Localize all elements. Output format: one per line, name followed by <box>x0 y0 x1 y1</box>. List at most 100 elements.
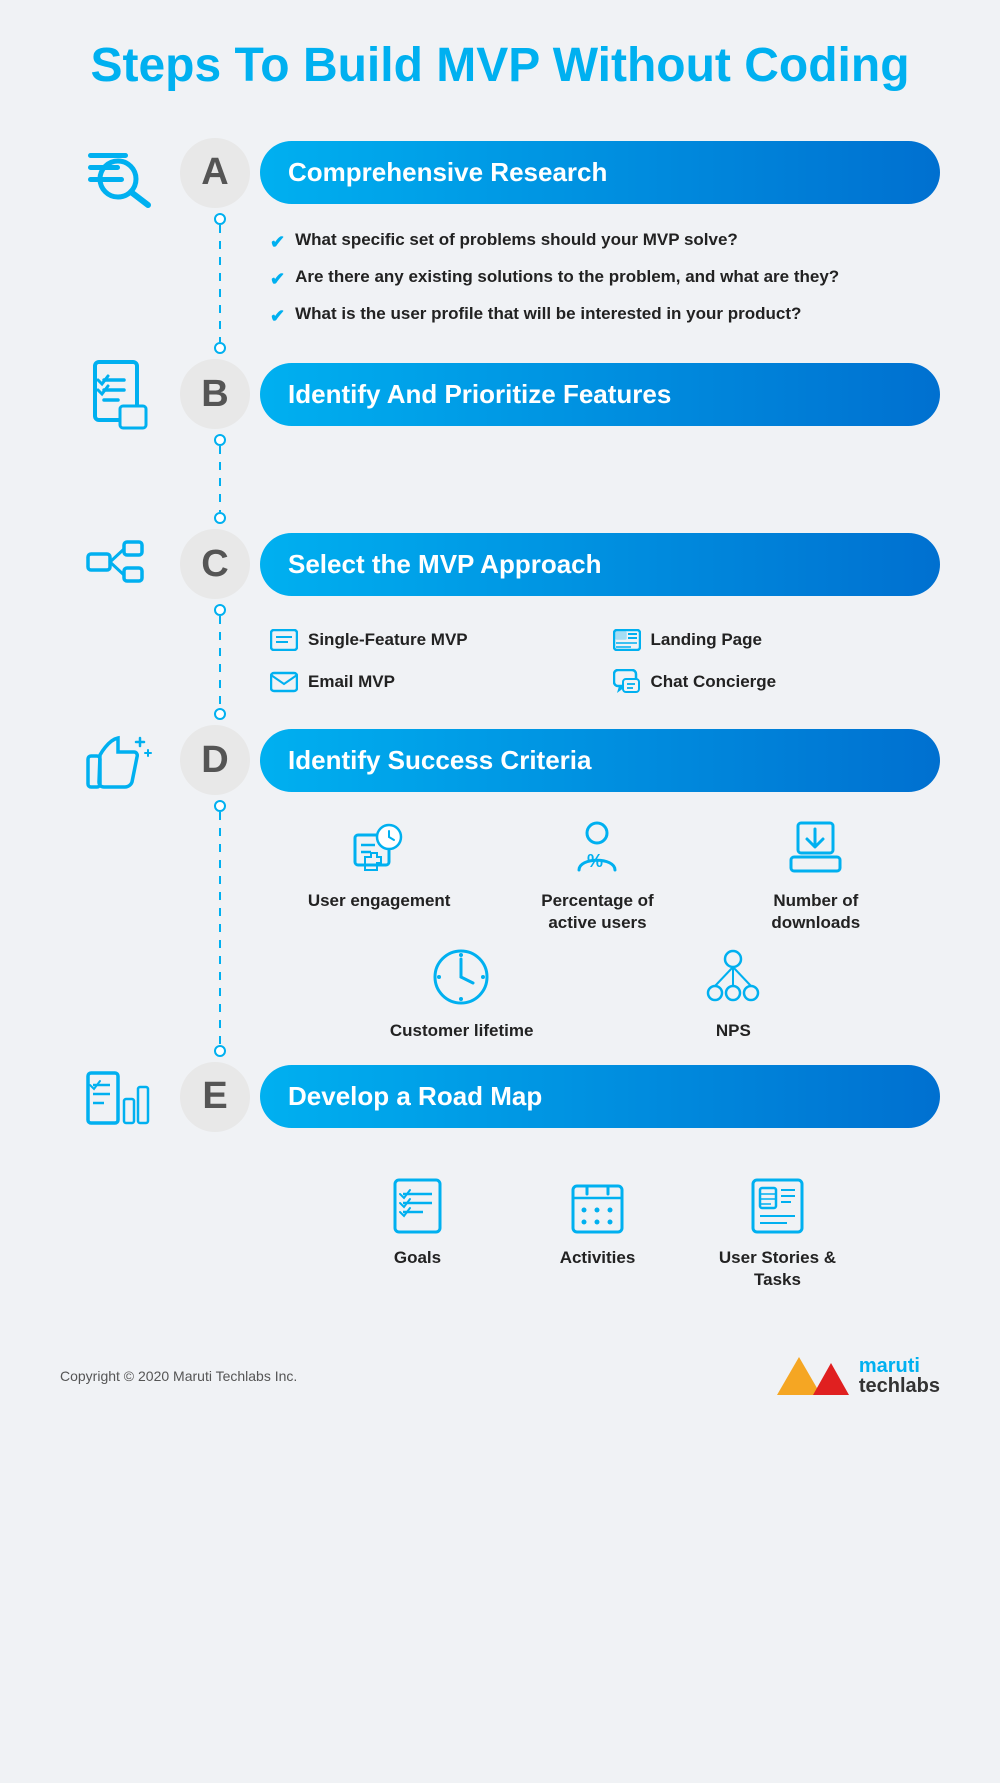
roadmap-stories-label: User Stories & Tasks <box>698 1247 858 1291</box>
page-container: Steps To Build MVP Without Coding A <box>0 0 1000 1446</box>
criteria-label-engagement: User engagement <box>308 890 451 912</box>
criteria-nps: NPS <box>653 945 813 1042</box>
criteria-label-active: Percentage of active users <box>517 890 677 934</box>
step-e-left-icon <box>60 1057 180 1137</box>
step-c-content: Single-Feature MVP Landing P <box>260 604 940 720</box>
step-a-block: A Comprehensive Research ✔ What specific… <box>60 133 940 355</box>
step-c-pill: Select the MVP Approach <box>260 533 940 596</box>
dot-bot-a <box>214 342 226 354</box>
step-e-block: E Develop a Road Map <box>60 1057 940 1326</box>
criteria-label-downloads: Number of downloads <box>736 890 896 934</box>
step-b-left-icon <box>60 354 180 434</box>
activities-icon <box>565 1172 630 1237</box>
step-d-block: D Identify Success Criteria <box>60 720 940 1056</box>
spacer-c <box>60 604 180 720</box>
roadmap-activities: Activities <box>518 1172 678 1291</box>
step-c-connector: Single-Feature MVP Landing P <box>60 604 940 720</box>
step-d-left-icon <box>60 720 180 800</box>
dot-top-b <box>214 434 226 446</box>
step-a-pill: Comprehensive Research <box>260 141 940 204</box>
step-c-circle: C <box>180 529 250 599</box>
copyright: Copyright © 2020 Maruti Techlabs Inc. <box>60 1368 297 1384</box>
step-e-circle: E <box>180 1062 250 1132</box>
step-c-left-icon <box>60 524 180 604</box>
landing-page-icon <box>613 629 641 651</box>
brand-name: maruti techlabs <box>859 1356 940 1396</box>
step-e-pill: Develop a Road Map <box>260 1065 940 1128</box>
goals-icon <box>385 1172 450 1237</box>
dot-top-c <box>214 604 226 616</box>
mvp-landing-page: Landing Page <box>613 629 926 651</box>
check-3: ✔ <box>270 304 285 329</box>
checklist-item-2: ✔ Are there any existing solutions to th… <box>270 265 925 292</box>
svg-text:%: % <box>587 851 603 871</box>
step-d-circle: D <box>180 725 250 795</box>
step-a-header: A Comprehensive Research <box>60 133 940 213</box>
step-b-line <box>180 434 260 524</box>
checklist-icon <box>80 354 160 434</box>
spacer <box>60 213 180 355</box>
roadmap-goals-label: Goals <box>394 1247 441 1269</box>
mvp-single-feature: Single-Feature MVP <box>270 629 583 651</box>
dashed-b <box>219 446 221 512</box>
checklist-item-3: ✔ What is the user profile that will be … <box>270 302 925 329</box>
active-users-icon: % <box>565 815 630 880</box>
step-d-header: D Identify Success Criteria <box>60 720 940 800</box>
nps-icon <box>701 945 766 1010</box>
single-feature-icon <box>270 629 298 651</box>
step-c-line <box>180 604 260 720</box>
criteria-customer-lifetime: Customer lifetime <box>382 945 542 1042</box>
step-a-line <box>180 213 260 355</box>
mvp-email: Email MVP <box>270 669 583 695</box>
step-b-pill: Identify And Prioritize Features <box>260 363 940 426</box>
criteria-label-nps: NPS <box>716 1020 751 1042</box>
criteria-downloads: Number of downloads <box>736 815 896 934</box>
dot-bot-b <box>214 512 226 524</box>
step-b-content <box>260 434 940 524</box>
chat-icon <box>613 669 641 695</box>
step-e-content: Goals <box>260 1137 940 1326</box>
main-title: Steps To Build MVP Without Coding <box>60 40 940 93</box>
step-a-left-icon <box>60 133 180 213</box>
step-b-header: B Identify And Prioritize Features <box>60 354 940 434</box>
brand-logo: maruti techlabs <box>777 1356 940 1396</box>
user-engagement-icon <box>347 815 412 880</box>
criteria-row-1: User engagement % Percentage of a <box>270 815 925 934</box>
triangle-red <box>813 1363 849 1395</box>
brand-maruti: maruti <box>859 1356 940 1376</box>
dot-top-a <box>214 213 226 225</box>
step-b-block: B Identify And Prioritize Features <box>60 354 940 524</box>
step-d-pill: Identify Success Criteria <box>260 729 940 792</box>
brand-icon <box>777 1357 849 1395</box>
step-e-header: E Develop a Road Map <box>60 1057 940 1137</box>
criteria-active-users: % Percentage of active users <box>517 815 677 934</box>
check-2: ✔ <box>270 267 285 292</box>
mvp-options-grid: Single-Feature MVP Landing P <box>270 619 925 705</box>
user-stories-icon <box>745 1172 810 1237</box>
step-d-content: User engagement % Percentage of a <box>260 800 940 1056</box>
step-b-connector <box>60 434 940 524</box>
roadmap-left-icon <box>80 1057 160 1137</box>
footer: Copyright © 2020 Maruti Techlabs Inc. ma… <box>60 1336 940 1406</box>
roadmap-grid: Goals <box>270 1152 925 1311</box>
dashed-a <box>219 225 221 343</box>
step-d-connector: User engagement % Percentage of a <box>60 800 940 1056</box>
brand-techlabs: techlabs <box>859 1376 940 1396</box>
dot-bot-c <box>214 708 226 720</box>
roadmap-activities-label: Activities <box>560 1247 636 1269</box>
thumbsup-icon <box>80 720 160 800</box>
step-a-connector: ✔ What specific set of problems should y… <box>60 213 940 355</box>
email-icon <box>270 671 298 693</box>
spacer-d <box>60 800 180 1056</box>
check-1: ✔ <box>270 230 285 255</box>
step-e-line <box>180 1137 260 1326</box>
criteria-user-engagement: User engagement <box>299 815 459 934</box>
step-c-block: C Select the MVP Approach <box>60 524 940 720</box>
mvp-approach-icon <box>80 524 160 604</box>
checklist-item-1: ✔ What specific set of problems should y… <box>270 228 925 255</box>
spacer-b <box>60 434 180 524</box>
step-b-circle: B <box>180 359 250 429</box>
section-b-empty <box>270 449 925 509</box>
research-icon <box>80 133 160 213</box>
step-c-header: C Select the MVP Approach <box>60 524 940 604</box>
